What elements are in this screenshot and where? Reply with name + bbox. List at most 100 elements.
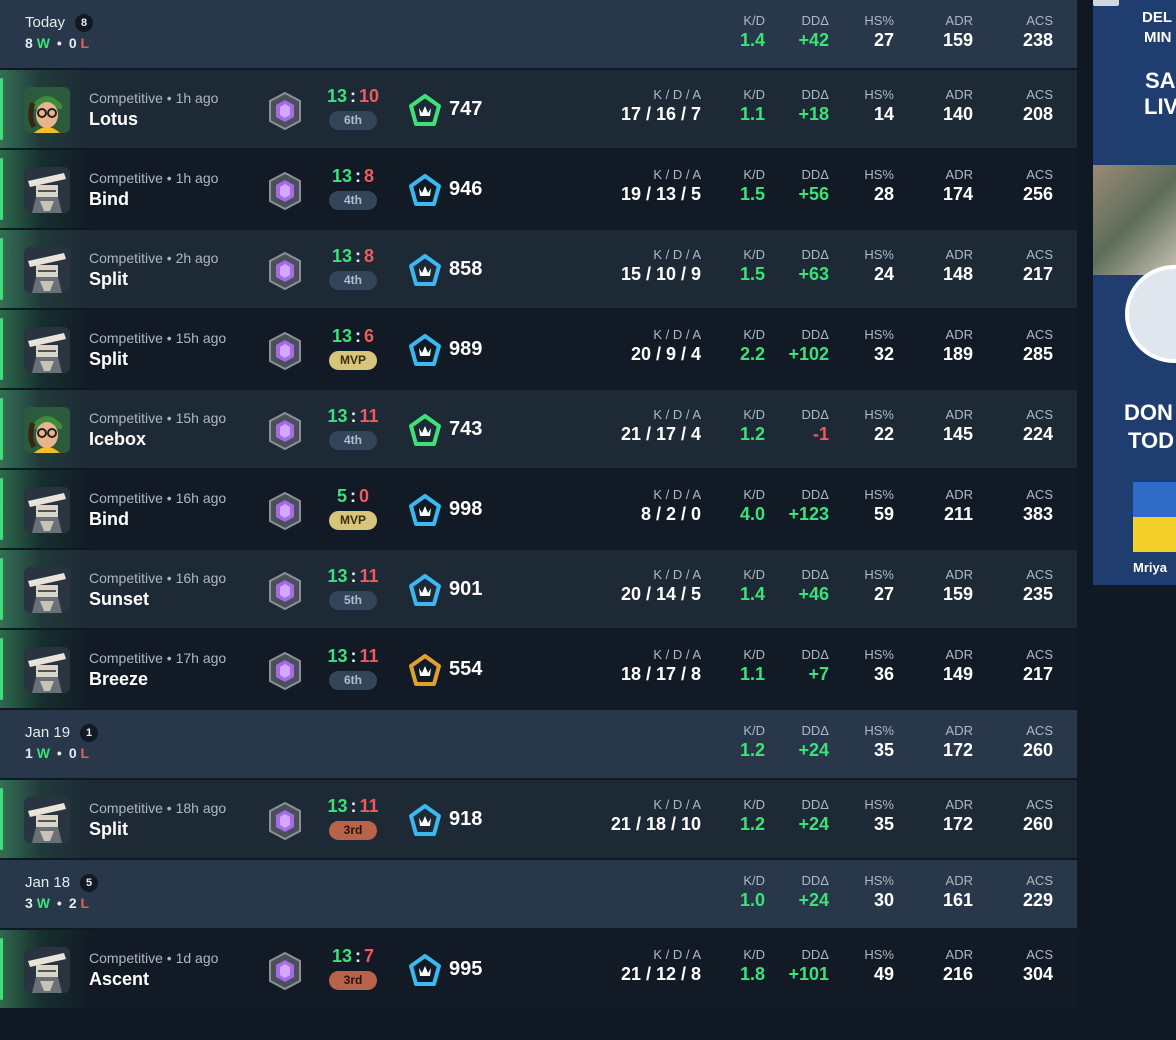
stat-kd-label: K/D: [743, 87, 765, 102]
stat-kd-label: K/D: [743, 567, 765, 582]
stat-hs: HS% 27: [864, 567, 894, 605]
ad-banner[interactable]: DEL MIN SA LIV DON TOD Mriya: [1093, 0, 1176, 585]
stat-acs-label: ACS: [1026, 947, 1053, 962]
stat-adr: ADR 174: [943, 167, 973, 205]
stat-acs-label: ACS: [1026, 167, 1053, 182]
stat-hs-label: HS%: [864, 797, 894, 812]
stat-acs: ACS 229: [1023, 873, 1053, 911]
win-indicator-bar: [0, 78, 3, 140]
score-enemy: 7: [364, 946, 375, 966]
stat-kd-value: 1.2: [739, 740, 765, 760]
stat-hs-value: 49: [873, 964, 894, 984]
match-row[interactable]: Competitive • 1h ago Bind 13:8 4th 946 K…: [0, 150, 1077, 230]
day-match-count-badge: 1: [80, 724, 99, 742]
stat-dd: DDΔ -1: [802, 407, 829, 445]
stat-dd: DDΔ +101: [788, 947, 829, 985]
stat-acs-label: ACS: [1026, 647, 1053, 662]
stat-kd-label: K/D: [743, 947, 765, 962]
score-separator: :: [355, 166, 361, 186]
stat-kda-label: K / D / A: [653, 947, 701, 962]
stat-dd-value: +46: [798, 584, 829, 604]
match-row[interactable]: Competitive • 16h ago Bind 5:0 MVP 998 K…: [0, 470, 1077, 550]
stat-dd-value: +24: [798, 890, 829, 910]
stat-kda-label: K / D / A: [653, 87, 701, 102]
stat-adr-value: 211: [943, 504, 973, 524]
placement-badge: 6th: [329, 671, 377, 690]
ad-brand: Mriya: [1133, 560, 1167, 575]
match-row[interactable]: Competitive • 1h ago Lotus 13:10 6th 747…: [0, 70, 1077, 150]
score-enemy: 11: [359, 646, 379, 666]
match-row[interactable]: Competitive • 17h ago Breeze 13:11 6th 5…: [0, 630, 1077, 710]
loss-letter: L: [80, 895, 90, 911]
stat-adr-label: ADR: [945, 797, 973, 812]
stat-adr: ADR 189: [943, 327, 973, 365]
ad-line-4: LIV: [1144, 94, 1176, 119]
stat-kd-label: K/D: [743, 13, 765, 28]
stat-kd-value: 2.2: [739, 344, 765, 364]
stat-kda: K / D / A 21 / 18 / 10: [611, 797, 701, 835]
stat-hs-label: HS%: [864, 247, 894, 262]
stat-kd-value: 1.2: [739, 814, 765, 834]
stat-dd-value: +24: [798, 814, 829, 834]
placement-badge: 4th: [329, 431, 377, 450]
stat-acs: ACS 285: [1023, 327, 1053, 365]
match-row[interactable]: Competitive • 16h ago Sunset 13:11 5th 9…: [0, 550, 1077, 630]
stat-kda-label: K / D / A: [653, 647, 701, 662]
stat-adr-value: 216: [942, 964, 973, 984]
stat-dd: DDΔ +63: [798, 247, 829, 285]
stat-acs: ACS 383: [1023, 487, 1053, 525]
stat-hs-label: HS%: [864, 407, 894, 422]
stat-hs-value: 32: [873, 344, 894, 364]
stat-dd-value: +63: [798, 264, 829, 284]
match-row[interactable]: Competitive • 1d ago Ascent 13:7 3rd 995…: [0, 930, 1077, 1010]
score-separator: :: [355, 946, 361, 966]
match-mode-time: Competitive • 1h ago: [89, 170, 219, 186]
stat-adr: ADR 145: [943, 407, 973, 445]
stat-kd: K/D 1.2: [740, 407, 765, 445]
stat-hs-value: 30: [873, 890, 894, 910]
stat-kd: K/D 1.5: [740, 167, 765, 205]
stat-hs-label: HS%: [864, 487, 894, 502]
stat-kd-value: 1.4: [739, 30, 765, 50]
stat-kda-label: K / D / A: [653, 167, 701, 182]
win-letter: W: [36, 895, 50, 911]
score-team: 13: [327, 646, 348, 666]
stat-kda-value: 21 / 18 / 10: [610, 814, 701, 834]
stat-acs: ACS 208: [1023, 87, 1053, 125]
win-indicator-bar: [0, 398, 3, 460]
stat-kd-value: 1.0: [739, 890, 765, 910]
match-score: 13:8: [318, 166, 388, 187]
performance-crown-icon: [408, 494, 442, 528]
stat-adr: ADR 159: [943, 567, 973, 605]
stat-kda: K / D / A 17 / 16 / 7: [621, 87, 701, 125]
win-letter: W: [36, 745, 50, 761]
stat-adr-label: ADR: [945, 327, 973, 342]
performance-crown-icon: [408, 254, 442, 288]
stat-dd: DDΔ +24: [798, 797, 829, 835]
match-mode-time: Competitive • 16h ago: [89, 570, 227, 586]
match-row[interactable]: Competitive • 18h ago Split 13:11 3rd 91…: [0, 780, 1077, 860]
match-row[interactable]: Competitive • 15h ago Split 13:6 MVP 989…: [0, 310, 1077, 390]
stat-acs: ACS 217: [1023, 247, 1053, 285]
stat-kda: K / D / A 21 / 12 / 8: [621, 947, 701, 985]
stat-kda-value: 19 / 13 / 5: [620, 184, 701, 204]
match-row[interactable]: Competitive • 15h ago Icebox 13:11 4th 7…: [0, 390, 1077, 470]
score-separator: :: [350, 486, 356, 506]
stat-adr-label: ADR: [945, 723, 973, 738]
match-mode-time: Competitive • 16h ago: [89, 490, 227, 506]
score-team: 13: [331, 326, 352, 346]
stat-hs-label: HS%: [864, 873, 894, 888]
match-score: 5:0: [318, 486, 388, 507]
win-indicator-bar: [0, 558, 3, 620]
match-score: 13:7: [318, 946, 388, 967]
stat-acs-value: 260: [1022, 814, 1053, 834]
stat-hs-label: HS%: [864, 567, 894, 582]
stat-kd: K/D 1.5: [740, 247, 765, 285]
stat-kd: K/D 1.0: [740, 873, 765, 911]
match-row[interactable]: Competitive • 2h ago Split 13:8 4th 858 …: [0, 230, 1077, 310]
stat-acs-value: 383: [1022, 504, 1053, 524]
stat-adr: ADR 149: [943, 647, 973, 685]
stat-kd-label: K/D: [743, 873, 765, 888]
stat-dd-label: DDΔ: [801, 407, 829, 422]
ad-line-5: DON: [1124, 400, 1173, 425]
